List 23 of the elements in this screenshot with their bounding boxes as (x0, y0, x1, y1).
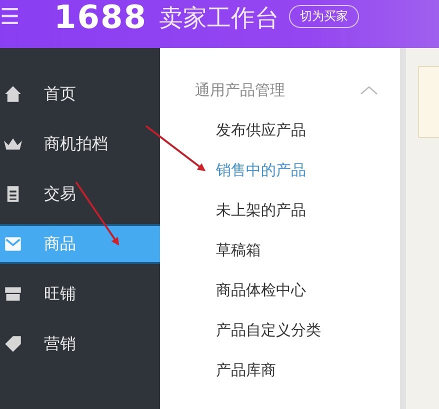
arrow-drawing (145, 125, 206, 172)
sidebar-item[interactable]: 首页 (0, 74, 160, 114)
switch-button[interactable]: 切为买家 (289, 4, 360, 28)
sidebar-item[interactable]: 商机拍档 (0, 124, 160, 164)
submenu-item[interactable]: 产品库商 (216, 356, 400, 396)
arrow-drawing (75, 181, 120, 246)
submenu-item[interactable]: 产品自定义分类 (216, 316, 400, 356)
section-title: 通用产品管理 (195, 80, 285, 100)
submenu-item[interactable]: 发布供应产品 (216, 116, 400, 156)
tag-icon (4, 335, 22, 353)
shop-icon (4, 285, 22, 303)
page-title: 卖家工作台 (159, 3, 280, 34)
submenu-item[interactable]: 商品体检中心 (216, 276, 400, 316)
mail-icon (4, 235, 22, 253)
sidebar-item[interactable]: 营销 (0, 324, 160, 364)
chevron-up-icon[interactable] (360, 85, 378, 95)
logo: 1688 (54, 0, 148, 36)
submenu-item[interactable]: 草稿箱 (216, 236, 400, 276)
home-icon (4, 85, 22, 103)
sidebar-item[interactable]: 旺铺 (0, 274, 160, 314)
menu-icon[interactable]: ☰ (0, 4, 28, 30)
sidebar-item[interactable]: 交易 (0, 174, 160, 214)
submenu-item[interactable]: 未上架的产品 (216, 196, 400, 236)
